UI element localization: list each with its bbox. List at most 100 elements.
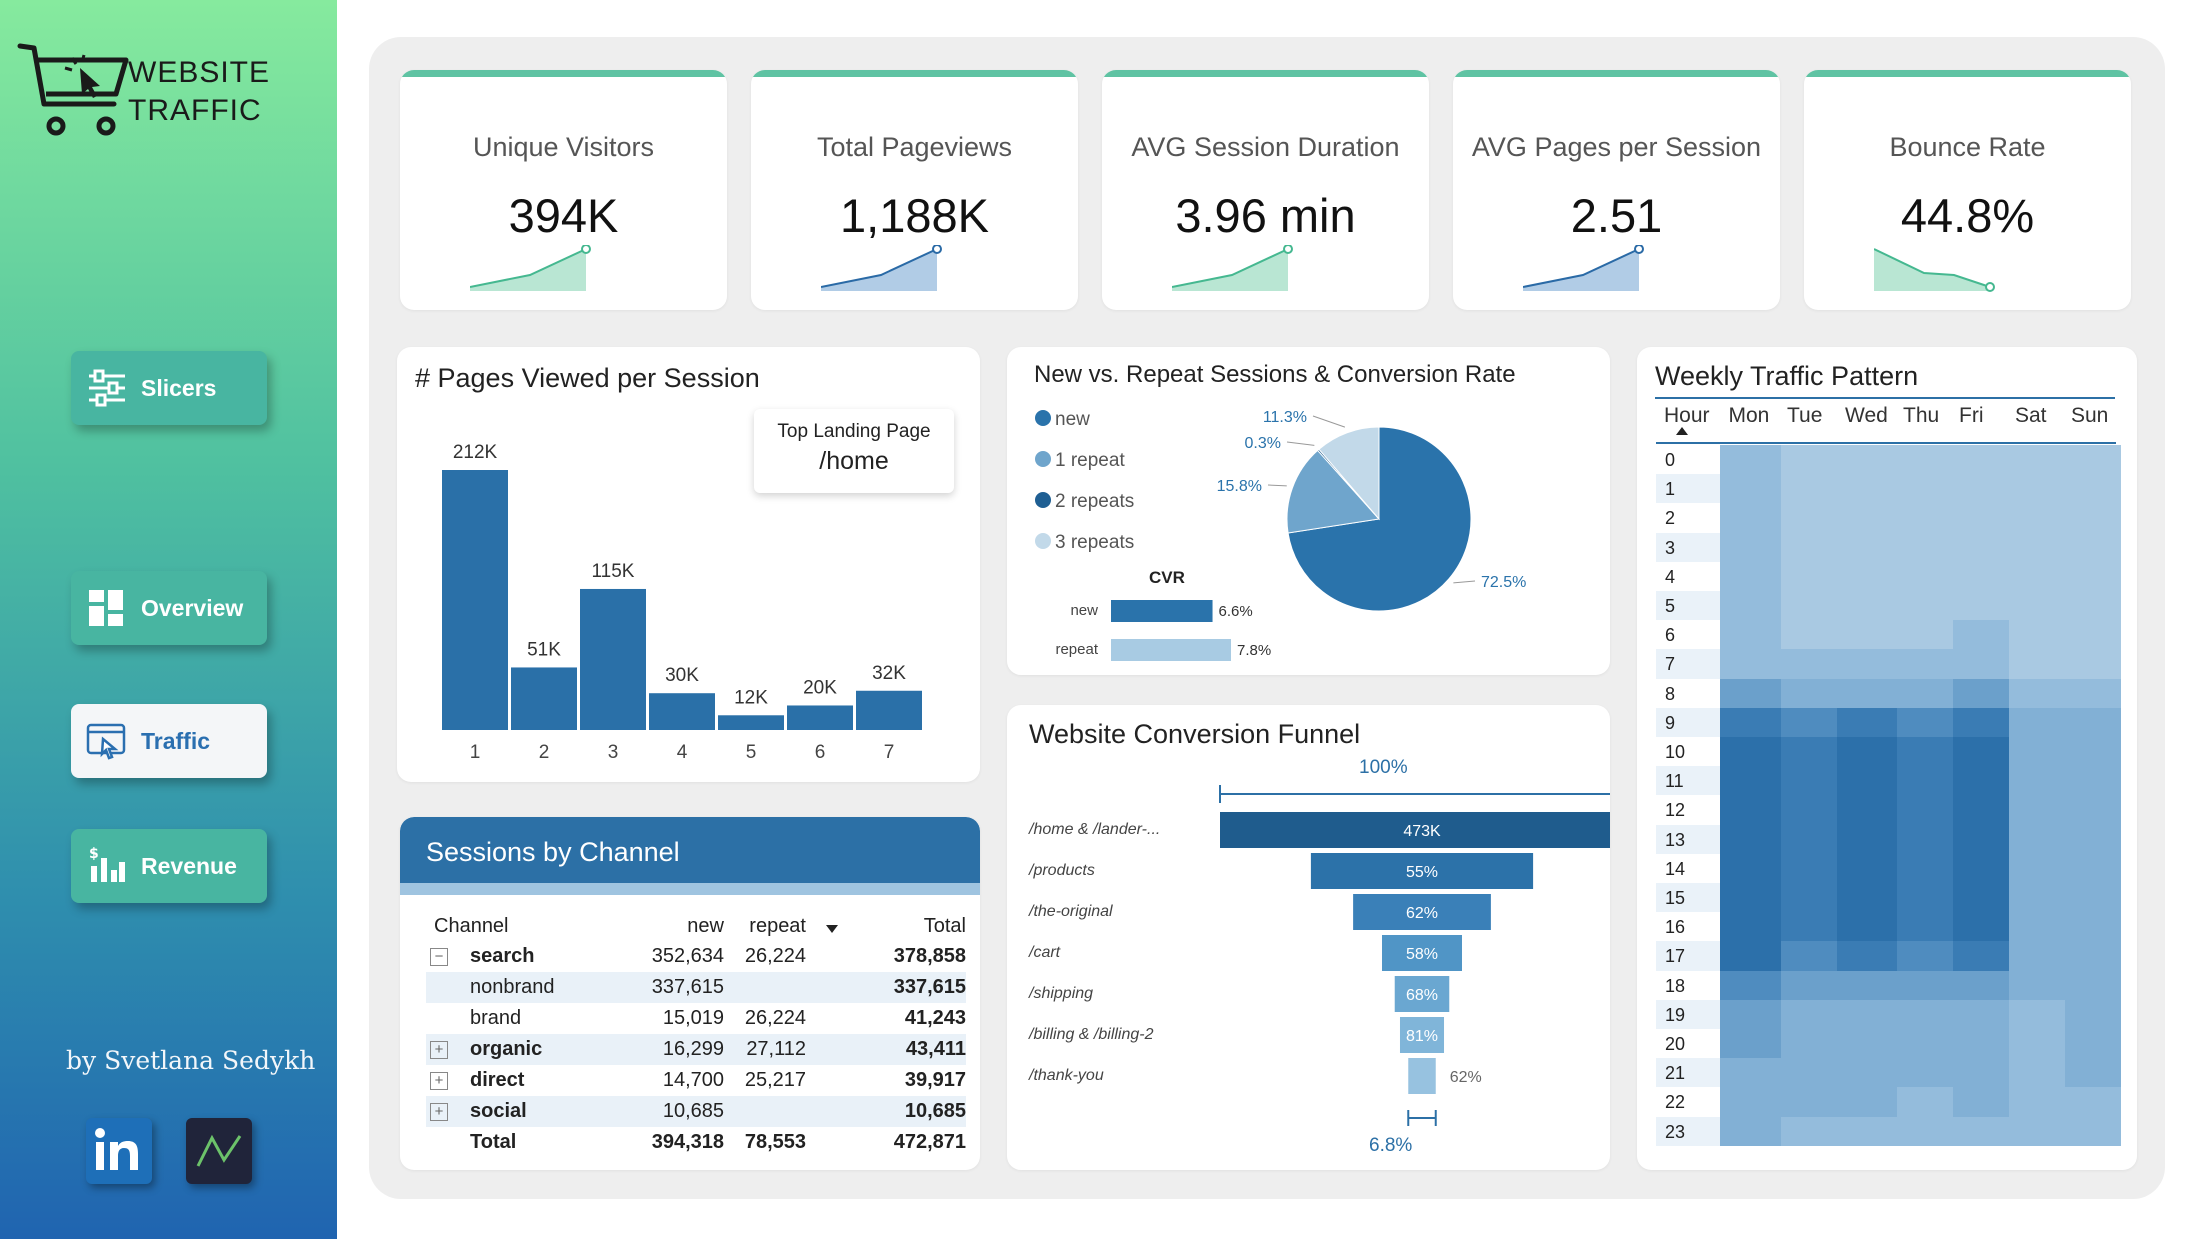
heatmap-cell[interactable] bbox=[1837, 649, 1897, 679]
bar-2[interactable] bbox=[511, 667, 577, 730]
heatmap-cell[interactable] bbox=[2009, 824, 2065, 854]
heatmap-cell[interactable] bbox=[1837, 678, 1897, 708]
bar-7[interactable] bbox=[856, 690, 922, 730]
heatmap-cell[interactable] bbox=[2009, 445, 2065, 475]
heatmap-day-sat[interactable]: Sat bbox=[2015, 404, 2047, 428]
heatmap-cell[interactable] bbox=[1720, 503, 1781, 533]
table-row[interactable]: + direct 14,700 25,217 39,917 bbox=[426, 1065, 966, 1096]
heatmap-cell[interactable] bbox=[1781, 795, 1837, 825]
heatmap-cell[interactable] bbox=[1781, 445, 1837, 475]
heatmap-cell[interactable] bbox=[1897, 591, 1953, 621]
heatmap-cell[interactable] bbox=[1897, 503, 1953, 533]
heatmap-cell[interactable] bbox=[1781, 620, 1837, 650]
heatmap-cell[interactable] bbox=[1837, 532, 1897, 562]
col-total[interactable]: Total bbox=[866, 915, 966, 938]
heatmap-cell[interactable] bbox=[1720, 561, 1781, 591]
table-row[interactable]: + social 10,685 10,685 bbox=[426, 1096, 966, 1127]
heatmap-cell[interactable] bbox=[1897, 737, 1953, 767]
heatmap-cell[interactable] bbox=[1953, 853, 2009, 883]
heatmap-cell[interactable] bbox=[1781, 678, 1837, 708]
heatmap-cell[interactable] bbox=[1781, 912, 1837, 942]
heatmap-cell[interactable] bbox=[2009, 941, 2065, 971]
heatmap-cell[interactable] bbox=[2065, 999, 2121, 1029]
heatmap-cell[interactable] bbox=[1897, 1116, 1953, 1146]
heatmap-cell[interactable] bbox=[1897, 1029, 1953, 1059]
heatmap-cell[interactable] bbox=[1953, 445, 2009, 475]
heatmap-cell[interactable] bbox=[1720, 766, 1781, 796]
heatmap-cell[interactable] bbox=[1953, 591, 2009, 621]
heatmap-cell[interactable] bbox=[2009, 1058, 2065, 1088]
heatmap-cell[interactable] bbox=[1837, 474, 1897, 504]
heatmap-cell[interactable] bbox=[2009, 474, 2065, 504]
heatmap-cell[interactable] bbox=[1837, 766, 1897, 796]
heatmap-day-mon[interactable]: Mon bbox=[1729, 404, 1770, 428]
heatmap-cell[interactable] bbox=[2065, 1087, 2121, 1117]
overview-button[interactable]: Overview bbox=[71, 571, 267, 645]
heatmap-cell[interactable] bbox=[1953, 1116, 2009, 1146]
heatmap-cell[interactable] bbox=[1781, 941, 1837, 971]
heatmap-cell[interactable] bbox=[1953, 707, 2009, 737]
expand-icon[interactable]: + bbox=[430, 1041, 448, 1059]
heatmap-cell[interactable] bbox=[1837, 941, 1897, 971]
funnel-stage-bar[interactable] bbox=[1408, 1058, 1436, 1094]
linkedin-icon[interactable] bbox=[86, 1118, 152, 1184]
cvr-bar-repeat[interactable] bbox=[1111, 639, 1231, 661]
heatmap-cell[interactable] bbox=[2009, 620, 2065, 650]
traffic-button[interactable]: Traffic bbox=[71, 704, 267, 778]
heatmap-day-wed[interactable]: Wed bbox=[1845, 404, 1888, 428]
heatmap-day-fri[interactable]: Fri bbox=[1959, 404, 1984, 428]
heatmap-cell[interactable] bbox=[1897, 970, 1953, 1000]
heatmap-cell[interactable] bbox=[1720, 853, 1781, 883]
heatmap-cell[interactable] bbox=[1720, 591, 1781, 621]
heatmap-cell[interactable] bbox=[1953, 883, 2009, 913]
heatmap-cell[interactable] bbox=[1781, 649, 1837, 679]
heatmap-cell[interactable] bbox=[2065, 678, 2121, 708]
heatmap-cell[interactable] bbox=[2009, 853, 2065, 883]
heatmap-cell[interactable] bbox=[1837, 883, 1897, 913]
heatmap-cell[interactable] bbox=[1953, 999, 2009, 1029]
heatmap-cell[interactable] bbox=[1720, 795, 1781, 825]
portfolio-icon[interactable] bbox=[186, 1118, 252, 1184]
slicers-button[interactable]: Slicers bbox=[71, 351, 267, 425]
heatmap-cell[interactable] bbox=[1897, 912, 1953, 942]
heatmap-cell[interactable] bbox=[1953, 912, 2009, 942]
heatmap-cell[interactable] bbox=[2009, 1029, 2065, 1059]
heatmap-day-sun[interactable]: Sun bbox=[2071, 404, 2108, 428]
heatmap-cell[interactable] bbox=[1781, 1058, 1837, 1088]
heatmap-cell[interactable] bbox=[1953, 620, 2009, 650]
heatmap-cell[interactable] bbox=[1897, 561, 1953, 591]
heatmap-cell[interactable] bbox=[2065, 474, 2121, 504]
heatmap-cell[interactable] bbox=[2065, 620, 2121, 650]
heatmap-cell[interactable] bbox=[2065, 707, 2121, 737]
heatmap-cell[interactable] bbox=[1837, 591, 1897, 621]
heatmap-cell[interactable] bbox=[2065, 795, 2121, 825]
heatmap-cell[interactable] bbox=[1897, 883, 1953, 913]
heatmap-cell[interactable] bbox=[1720, 445, 1781, 475]
heatmap-cell[interactable] bbox=[2065, 1058, 2121, 1088]
heatmap-cell[interactable] bbox=[2065, 737, 2121, 767]
heatmap-cell[interactable] bbox=[1897, 474, 1953, 504]
heatmap-cell[interactable] bbox=[1837, 620, 1897, 650]
heatmap-cell[interactable] bbox=[2065, 1029, 2121, 1059]
heatmap-cell[interactable] bbox=[1897, 678, 1953, 708]
heatmap-day-thu[interactable]: Thu bbox=[1903, 404, 1939, 428]
expand-icon[interactable]: + bbox=[430, 1103, 448, 1121]
heatmap-cell[interactable] bbox=[2009, 883, 2065, 913]
heatmap-cell[interactable] bbox=[2065, 445, 2121, 475]
heatmap-hour-header[interactable]: Hour bbox=[1664, 404, 1710, 428]
heatmap-cell[interactable] bbox=[1897, 1058, 1953, 1088]
heatmap-cell[interactable] bbox=[1781, 474, 1837, 504]
heatmap-cell[interactable] bbox=[2009, 970, 2065, 1000]
table-row[interactable]: − search 352,634 26,224 378,858 bbox=[426, 941, 966, 972]
heatmap-cell[interactable] bbox=[1897, 620, 1953, 650]
heatmap-cell[interactable] bbox=[1837, 707, 1897, 737]
col-new[interactable]: new bbox=[644, 915, 724, 938]
col-repeat[interactable]: repeat bbox=[726, 915, 806, 938]
heatmap-cell[interactable] bbox=[1837, 1029, 1897, 1059]
heatmap-cell[interactable] bbox=[1897, 707, 1953, 737]
table-row[interactable]: Total 394,318 78,553 472,871 bbox=[426, 1127, 966, 1158]
heatmap-cell[interactable] bbox=[1781, 970, 1837, 1000]
heatmap-day-tue[interactable]: Tue bbox=[1787, 404, 1822, 428]
heatmap-cell[interactable] bbox=[1781, 766, 1837, 796]
heatmap-cell[interactable] bbox=[2065, 912, 2121, 942]
